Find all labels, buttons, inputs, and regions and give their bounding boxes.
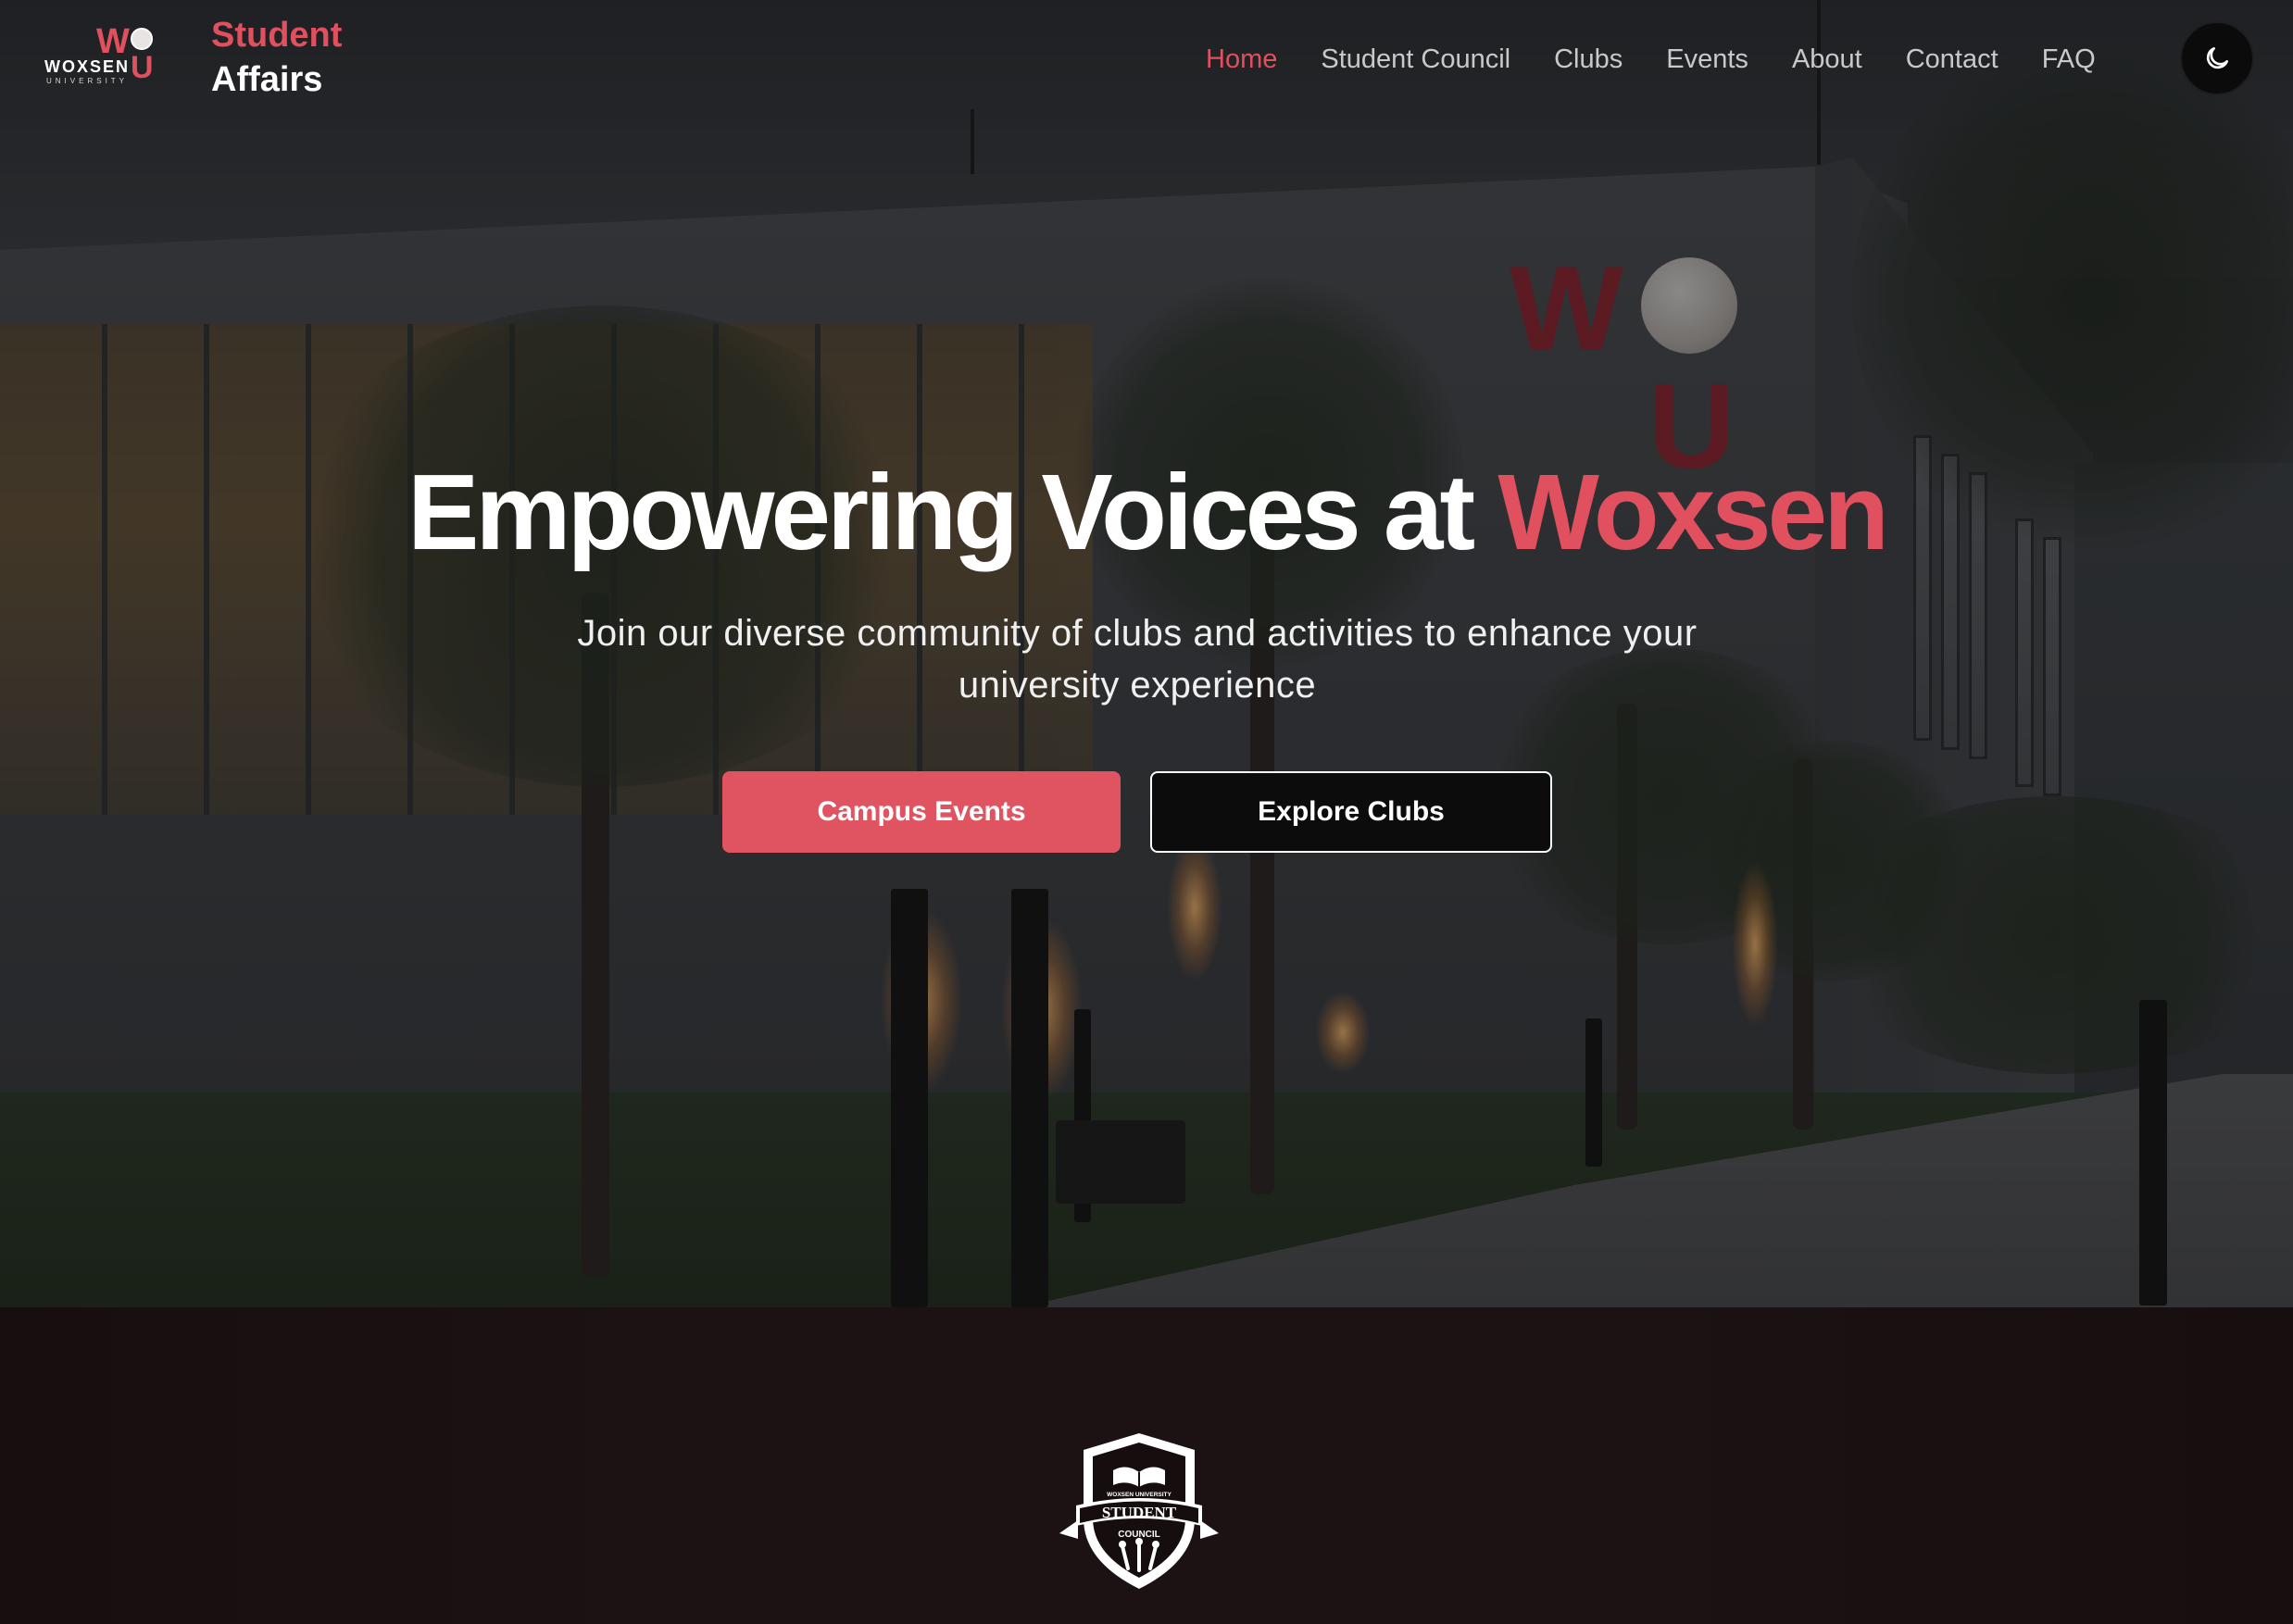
theme-toggle-button[interactable] <box>2180 21 2254 95</box>
campus-events-button[interactable]: Campus Events <box>722 771 1121 853</box>
main-nav: Home Student Council Clubs Events About … <box>1206 41 2139 78</box>
nav-student-council[interactable]: Student Council <box>1321 41 1510 78</box>
logo-letter-w: W <box>96 22 130 61</box>
nav-faq[interactable]: FAQ <box>2042 41 2096 78</box>
explore-clubs-button[interactable]: Explore Clubs <box>1150 771 1552 853</box>
crest-banner-text: STUDENT <box>1102 1504 1177 1521</box>
nav-events[interactable]: Events <box>1666 41 1748 78</box>
woxsen-logo[interactable]: W U WOXSEN UNIVERSITY <box>44 24 159 89</box>
hero-headline: Empowering Voices at Woxsen <box>0 452 2293 572</box>
nav-clubs[interactable]: Clubs <box>1554 41 1623 78</box>
moon-icon <box>2206 47 2228 69</box>
site-title-line1: Student <box>211 16 343 55</box>
hero-subtext: Join our diverse community of clubs and … <box>577 613 1698 706</box>
site-title[interactable]: Student Affairs <box>211 13 342 102</box>
logo-name: WOXSEN <box>44 57 131 76</box>
nav-contact[interactable]: Contact <box>1906 41 1999 78</box>
top-navbar: W U WOXSEN UNIVERSITY Student Affairs Ho… <box>0 0 2293 117</box>
logo-subtitle: UNIVERSITY <box>46 77 129 85</box>
student-council-crest: WOXSEN UNIVERSITY STUDENT COUNCIL <box>1059 1433 1219 1589</box>
nav-about[interactable]: About <box>1792 41 1862 78</box>
site-title-line2: Affairs <box>211 60 323 99</box>
crest-top-text: WOXSEN UNIVERSITY <box>1107 1492 1172 1498</box>
logo-disk <box>131 28 153 50</box>
hero-headline-accent: Woxsen <box>1497 452 1889 572</box>
nav-home[interactable]: Home <box>1206 41 1277 78</box>
hero-headline-main: Empowering Voices at <box>407 452 1498 572</box>
logo-letter-u: U <box>131 50 154 85</box>
